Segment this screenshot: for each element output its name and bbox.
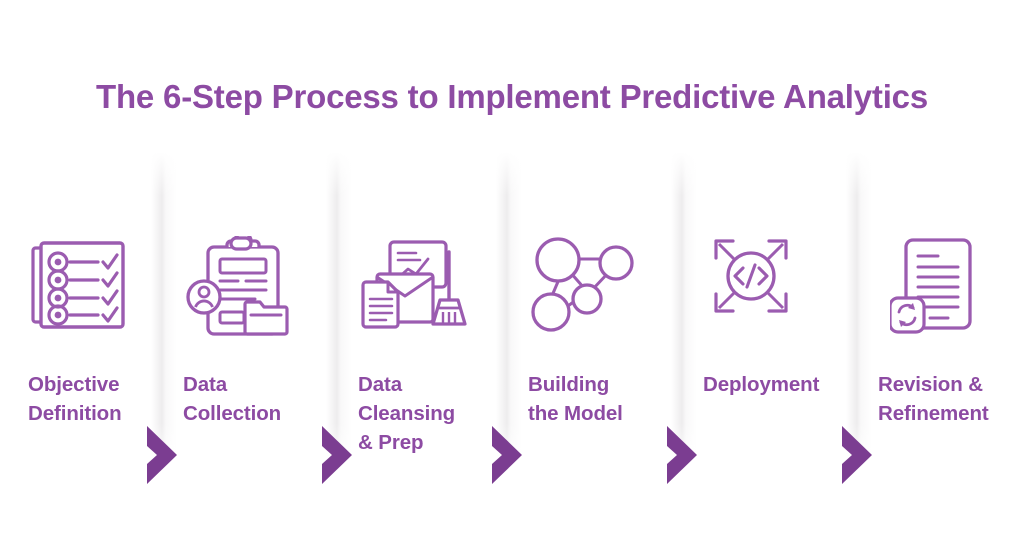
- arrow-step1-to-step2: [143, 424, 189, 486]
- step-panel-building-the-model[interactable]: Building the Model: [500, 152, 675, 467]
- code-expand-icon: [675, 236, 850, 344]
- step-panel-data-cleansing[interactable]: Data Cleansing & Prep: [330, 152, 500, 467]
- step-label-data-cleansing: Data Cleansing & Prep: [358, 373, 456, 455]
- step-panel-deployment[interactable]: Deployment: [675, 152, 850, 467]
- arrow-step2-to-step3: [318, 424, 364, 486]
- step-label-objective-definition: Objective Definition: [28, 373, 122, 426]
- page-title: The 6-Step Process to Implement Predicti…: [96, 78, 928, 115]
- step-label-data-collection: Data Collection: [183, 373, 282, 426]
- infographic-canvas: The 6-Step Process to Implement Predicti…: [0, 0, 1024, 553]
- arrow-step4-to-step5: [663, 424, 709, 486]
- step-label-building-the-model: Building the Model: [528, 373, 623, 426]
- arrow-step3-to-step4: [488, 424, 534, 486]
- clipboard-person-folder-icon: [155, 236, 330, 344]
- step-panel-revision-refinement[interactable]: Revision & Refinement: [850, 152, 1024, 467]
- step-panel-data-collection[interactable]: Data Collection: [155, 152, 330, 467]
- checklist-icon: [0, 236, 155, 344]
- documents-broom-icon: [330, 236, 500, 344]
- step-panel-objective-definition[interactable]: Objective Definition: [0, 152, 155, 467]
- document-refresh-icon: [850, 236, 1024, 344]
- network-nodes-icon: [500, 236, 675, 344]
- arrow-step5-to-step6: [838, 424, 884, 486]
- step-label-revision-refinement: Revision & Refinement: [878, 373, 989, 426]
- process-steps-strip: Objective Definition Data Collection Dat…: [0, 152, 1024, 484]
- step-label-deployment: Deployment: [703, 373, 820, 396]
